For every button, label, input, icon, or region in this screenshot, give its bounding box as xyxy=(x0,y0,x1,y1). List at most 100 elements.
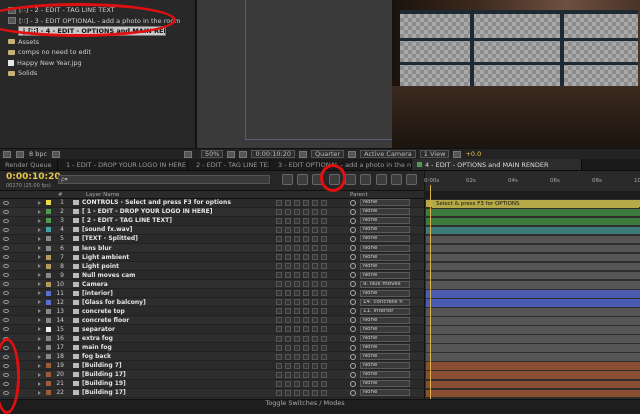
layer-row[interactable]: 16 extra fog None xyxy=(0,334,424,344)
pick-whip-icon[interactable] xyxy=(350,199,356,206)
layer-row[interactable]: 22 [Building 17] None xyxy=(0,389,424,398)
layer-switches[interactable] xyxy=(276,308,336,315)
viewer-timecode[interactable]: 0:00:10:20 xyxy=(251,150,295,158)
fx-switch[interactable] xyxy=(294,254,300,261)
label-color-swatch[interactable] xyxy=(46,354,51,360)
fx-switch[interactable] xyxy=(294,326,300,333)
layer-search-input[interactable]: ρ▾ xyxy=(58,175,270,184)
parent-select[interactable]: 14. concrete fl xyxy=(360,298,410,306)
pick-whip-icon[interactable] xyxy=(350,299,356,306)
pick-whip-icon[interactable] xyxy=(350,226,356,233)
layer-switches[interactable] xyxy=(276,380,336,387)
blend-switch[interactable] xyxy=(303,335,309,342)
project-item[interactable]: Assets xyxy=(4,37,194,47)
pen-switch[interactable] xyxy=(285,389,291,396)
visibility-eye-icon[interactable] xyxy=(3,209,9,214)
layer-name[interactable]: [interior] xyxy=(82,290,272,297)
layer-row[interactable]: 14 concrete floor None xyxy=(0,316,424,326)
shy-switch[interactable] xyxy=(276,217,282,224)
layer-name[interactable]: Light point xyxy=(82,263,272,270)
blend-switch[interactable] xyxy=(303,217,309,224)
layer-switches[interactable] xyxy=(276,299,336,306)
pick-whip-icon[interactable] xyxy=(350,235,356,242)
fx-switch[interactable] xyxy=(294,217,300,224)
layer-switches[interactable] xyxy=(276,353,336,360)
label-color-swatch[interactable] xyxy=(46,299,51,305)
layer-name[interactable]: [TEXT - Splitted] xyxy=(82,235,272,242)
expand-triangle-icon[interactable] xyxy=(38,227,41,232)
expand-triangle-icon[interactable] xyxy=(38,372,41,377)
fx-switch[interactable] xyxy=(294,199,300,206)
layer-switches[interactable] xyxy=(276,217,336,224)
exposure-value[interactable]: +0.0 xyxy=(465,150,481,158)
expand-triangle-icon[interactable] xyxy=(38,255,41,260)
layer-row[interactable]: 11 [interior] None xyxy=(0,289,424,299)
layer-row[interactable]: 5 [TEXT - Splitted] None xyxy=(0,235,424,244)
layer-switches[interactable] xyxy=(276,281,336,288)
layer-row[interactable]: 12 [Glass for balcony] 14. concrete fl xyxy=(0,298,424,308)
blend-switch[interactable] xyxy=(303,290,309,297)
visibility-eye-icon[interactable] xyxy=(3,300,9,305)
expand-triangle-icon[interactable] xyxy=(38,354,41,359)
shy-switch[interactable] xyxy=(276,335,282,342)
shy-switch[interactable] xyxy=(276,317,282,324)
motion-blur-switch[interactable] xyxy=(312,272,318,279)
bpc-label[interactable]: 8 bpc xyxy=(29,150,47,158)
pen-switch[interactable] xyxy=(285,335,291,342)
time-ruler[interactable] xyxy=(424,171,640,191)
layer-duration-bar[interactable] xyxy=(426,353,640,361)
layer-duration-bar[interactable] xyxy=(426,271,640,280)
fx-switch[interactable] xyxy=(294,263,300,270)
pick-whip-icon[interactable] xyxy=(350,217,356,224)
shy-switch[interactable] xyxy=(276,263,282,270)
pick-whip-icon[interactable] xyxy=(350,317,356,324)
layer-switches[interactable] xyxy=(276,272,336,279)
layer-switches[interactable] xyxy=(276,371,336,378)
label-color-swatch[interactable] xyxy=(46,209,51,215)
visibility-eye-icon[interactable] xyxy=(3,218,9,223)
parent-select[interactable]: None xyxy=(360,371,410,379)
visibility-eye-icon[interactable] xyxy=(3,246,9,251)
pen-switch[interactable] xyxy=(285,254,291,261)
blend-switch[interactable] xyxy=(303,344,309,351)
blend-switch[interactable] xyxy=(303,389,309,396)
fx-switch[interactable] xyxy=(294,344,300,351)
layer-row[interactable]: 18 fog back None xyxy=(0,352,424,362)
parent-select[interactable]: None xyxy=(360,335,410,343)
label-color-swatch[interactable] xyxy=(46,218,51,224)
composition-tab[interactable]: 4 - EDIT - OPTIONS and MAIN RENDER xyxy=(412,159,582,170)
fx-switch[interactable] xyxy=(294,308,300,315)
layer-name[interactable]: fog back xyxy=(82,353,272,360)
fx-switch[interactable] xyxy=(294,272,300,279)
layer-name[interactable]: Null moves cam xyxy=(82,272,272,279)
layer-name[interactable]: [ 2 - EDIT - TAG LINE TEXT] xyxy=(82,217,272,224)
pick-whip-icon[interactable] xyxy=(350,326,356,333)
visibility-eye-icon[interactable] xyxy=(3,273,9,278)
layer-switches[interactable] xyxy=(276,362,336,369)
graph-editor-icon[interactable] xyxy=(391,174,402,185)
fx-switch[interactable] xyxy=(294,371,300,378)
toggle-switches-modes-button[interactable]: Toggle Switches / Modes xyxy=(240,399,370,407)
layer-duration-bar[interactable] xyxy=(426,299,640,307)
parent-select[interactable]: None xyxy=(360,362,410,370)
new-comp-icon[interactable] xyxy=(52,150,61,158)
layer-duration-bar[interactable] xyxy=(426,335,640,343)
label-color-swatch[interactable] xyxy=(46,336,51,342)
layer-switches[interactable] xyxy=(276,235,336,242)
layer-name[interactable]: main fog xyxy=(82,344,272,351)
visibility-eye-icon[interactable] xyxy=(3,236,9,241)
motion-blur-switch[interactable] xyxy=(312,353,318,360)
shy-switch[interactable] xyxy=(276,299,282,306)
3d-switch[interactable] xyxy=(321,308,327,315)
fx-switch[interactable] xyxy=(294,281,300,288)
expand-triangle-icon[interactable] xyxy=(38,282,41,287)
pen-switch[interactable] xyxy=(285,235,291,242)
blend-switch[interactable] xyxy=(303,208,309,215)
snapshot-icon[interactable] xyxy=(298,150,307,158)
visibility-eye-icon[interactable] xyxy=(3,282,9,287)
fx-switch[interactable] xyxy=(294,208,300,215)
pick-whip-icon[interactable] xyxy=(350,272,356,279)
project-item[interactable]: Happy New Year.jpg xyxy=(4,58,194,68)
layer-duration-bar[interactable] xyxy=(426,389,640,398)
label-color-swatch[interactable] xyxy=(46,263,51,269)
